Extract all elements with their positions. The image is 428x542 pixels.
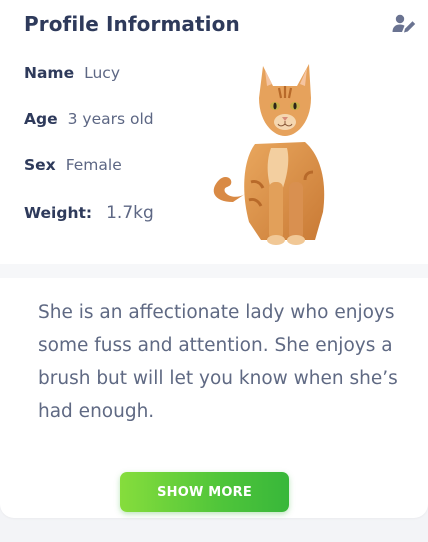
profile-title: Profile Information [24,12,240,36]
name-value: Lucy [84,64,120,82]
weight-label: Weight: [24,204,93,222]
age-row: Age 3 years old [24,110,154,128]
weight-value: 1.7kg [106,203,154,223]
age-value: 3 years old [67,110,154,128]
name-row: Name Lucy [24,64,120,82]
cat-photo [213,64,325,245]
sex-value: Female [65,156,122,174]
show-more-button[interactable]: SHOW MORE [120,472,289,512]
profile-info-section: Profile Information Name Lucy Age 3 years … [0,0,428,278]
name-label: Name [24,64,75,82]
weight-row: Weight: 1.7kg [24,203,154,223]
age-label: Age [24,110,58,128]
user-edit-icon[interactable] [391,13,417,35]
sex-row: Sex Female [24,156,122,174]
section-divider [0,264,428,278]
profile-card: Profile Information Name Lucy Age 3 years … [0,0,428,518]
profile-description: She is an affectionate lady who enjoys s… [38,302,398,422]
sex-label: Sex [24,156,56,174]
